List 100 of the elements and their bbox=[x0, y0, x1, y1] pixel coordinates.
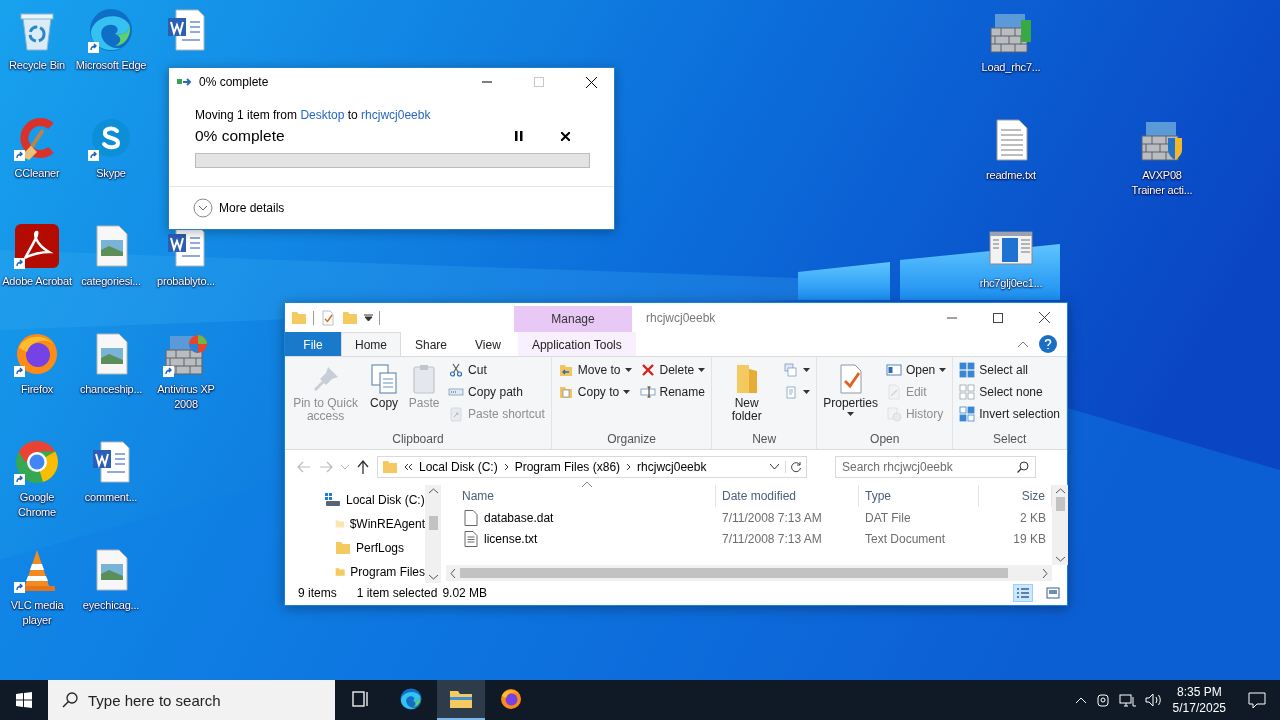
desktop-icon[interactable]: AVXP08 Trainer acti... bbox=[1125, 116, 1199, 198]
desktop-icon[interactable]: VLC media player bbox=[0, 546, 74, 628]
address-bar[interactable]: Local Disk (C:) Program Files (x86) rhcjwcj0eebk bbox=[377, 456, 807, 478]
column-header[interactable]: Type bbox=[859, 485, 979, 507]
destination-link[interactable]: rhcjwcj0eebk bbox=[361, 108, 431, 122]
ribbon-button[interactable]: Copy path bbox=[445, 381, 548, 403]
breadcrumb-chevron-icon[interactable] bbox=[626, 463, 632, 471]
scrollbar[interactable] bbox=[446, 565, 1052, 581]
breadcrumb[interactable]: rhcjwcj0eebk bbox=[637, 460, 707, 474]
file-row[interactable]: database.dat 7/11/2008 7:13 AM DAT File 2 KB bbox=[446, 507, 1052, 528]
dropdown-caret-icon[interactable] bbox=[770, 464, 779, 470]
ribbon-button[interactable]: Copy bbox=[365, 359, 404, 410]
navigation-item[interactable]: PerfLogs bbox=[285, 536, 425, 560]
customize-caret-icon[interactable] bbox=[364, 313, 373, 322]
cancel-icon bbox=[560, 131, 570, 141]
details-view-button[interactable] bbox=[1013, 584, 1033, 602]
breadcrumb[interactable]: Program Files (x86) bbox=[514, 460, 621, 474]
folder-icon bbox=[382, 460, 398, 474]
pause-icon bbox=[515, 131, 523, 141]
selection-count: 1 item selected bbox=[356, 586, 438, 600]
caret-icon bbox=[803, 390, 811, 394]
round-logo-icon bbox=[13, 438, 61, 486]
select-none-icon bbox=[959, 384, 976, 400]
window-title: rhcjwcj0eebk bbox=[645, 309, 716, 327]
scrollbar[interactable] bbox=[425, 485, 441, 583]
ribbon-tab[interactable]: Application Tools bbox=[517, 332, 636, 356]
ribbon-button[interactable]: Properties bbox=[820, 359, 881, 416]
ribbon-button[interactable]: Rename bbox=[636, 381, 709, 403]
clock[interactable]: 8:35 PM 5/17/2025 bbox=[1172, 684, 1226, 716]
scroll-thumb[interactable] bbox=[428, 516, 438, 530]
scroll-thumb[interactable] bbox=[1055, 497, 1065, 511]
tiles-view-button[interactable] bbox=[1043, 584, 1063, 602]
navigation-item[interactable]: Local Disk (C:) bbox=[285, 488, 425, 512]
collapse-ribbon-icon[interactable] bbox=[1017, 340, 1029, 348]
network-icon[interactable] bbox=[1118, 692, 1137, 708]
column-header[interactable]: Name bbox=[446, 485, 716, 507]
chevron-circle-icon bbox=[193, 198, 213, 218]
ribbon-button[interactable]: Copy to bbox=[554, 381, 635, 403]
scroll-right-icon[interactable] bbox=[1042, 568, 1048, 578]
more-details-button[interactable]: More details bbox=[193, 198, 285, 218]
search-field[interactable]: Type here to search bbox=[48, 680, 335, 720]
navigation-item[interactable]: Program Files bbox=[285, 560, 425, 583]
navigation-item[interactable]: $WinREAgent bbox=[285, 512, 425, 536]
device-icon[interactable] bbox=[1094, 692, 1111, 708]
breadcrumb-chevron-icon[interactable] bbox=[503, 463, 509, 471]
context-tab-header: Manage bbox=[514, 306, 632, 332]
scissors-icon bbox=[448, 362, 465, 378]
ribbon-button[interactable]: Select all bbox=[956, 359, 1063, 381]
folder-icon bbox=[342, 310, 358, 325]
volume-icon[interactable] bbox=[1144, 692, 1163, 708]
scroll-up-icon[interactable] bbox=[1055, 488, 1065, 494]
file-menu-button[interactable]: File bbox=[285, 332, 341, 356]
search-field[interactable]: Search rhcjwcj0eebk bbox=[835, 456, 1036, 478]
scroll-up-icon[interactable] bbox=[428, 488, 438, 494]
ribbon-button[interactable]: Move to bbox=[554, 359, 635, 381]
table-cell-text: 7/11/2008 7:13 AM bbox=[721, 531, 823, 546]
progress-message: Moving 1 item from Desktop to rhcjwcj0eebk bbox=[195, 108, 432, 122]
caret-icon bbox=[803, 368, 811, 372]
taskbar-app-button[interactable] bbox=[437, 680, 485, 720]
folder-icon bbox=[291, 310, 307, 325]
desktop-icon[interactable]: comment... bbox=[74, 438, 148, 505]
help-icon[interactable] bbox=[1039, 335, 1057, 353]
scroll-thumb[interactable] bbox=[460, 568, 1008, 578]
desktop-icon[interactable]: Load_rhc7... bbox=[974, 8, 1048, 75]
scrollbar[interactable] bbox=[1052, 485, 1068, 565]
file-row[interactable]: license.txt 7/11/2008 7:13 AM Text Document 19 KB bbox=[446, 528, 1052, 549]
scroll-down-icon[interactable] bbox=[1055, 556, 1065, 562]
ribbon-button[interactable]: Invert selection bbox=[956, 403, 1063, 425]
ribbon-button[interactable]: Select none bbox=[956, 381, 1063, 403]
rename-icon bbox=[639, 384, 656, 400]
scroll-down-icon[interactable] bbox=[428, 574, 438, 580]
item-count: 9 items bbox=[298, 586, 337, 600]
show-hidden-icons-icon[interactable] bbox=[1074, 696, 1087, 704]
desktop-icon[interactable]: Antivirus XP 2008 bbox=[149, 330, 223, 412]
new-item-icon bbox=[783, 362, 800, 378]
ribbon-tab[interactable]: Home bbox=[341, 332, 401, 356]
scroll-left-icon[interactable] bbox=[450, 568, 456, 578]
refresh-icon[interactable] bbox=[785, 461, 802, 473]
properties-icon[interactable] bbox=[320, 309, 336, 326]
up-icon[interactable] bbox=[357, 460, 369, 474]
column-header[interactable]: Date modified bbox=[716, 485, 859, 507]
desktop-icon[interactable]: readme.txt bbox=[974, 116, 1048, 183]
source-link[interactable]: Desktop bbox=[300, 108, 345, 122]
ribbon-tab[interactable]: Share bbox=[401, 332, 462, 356]
breadcrumb[interactable]: Local Disk (C:) bbox=[419, 460, 498, 474]
table-cell-text: Text Document bbox=[864, 531, 947, 546]
task-view-icon bbox=[352, 691, 370, 707]
ribbon-button[interactable]: New folder bbox=[715, 359, 779, 423]
copy-folder-icon bbox=[557, 384, 574, 400]
desktop-icon[interactable]: eyechicag... bbox=[74, 546, 148, 613]
search-icon[interactable] bbox=[1017, 461, 1029, 473]
ribbon-button[interactable]: Open bbox=[882, 359, 950, 381]
folder-icon bbox=[335, 565, 346, 579]
drive-icon bbox=[325, 493, 341, 507]
four-panes-icon bbox=[16, 692, 32, 708]
notification-icon[interactable] bbox=[1248, 691, 1266, 709]
overflow-chevron-icon[interactable] bbox=[404, 463, 413, 471]
ribbon-button[interactable]: Cut bbox=[445, 359, 548, 381]
ribbon-tab[interactable]: View bbox=[461, 332, 515, 356]
ribbon-button[interactable]: Delete bbox=[636, 359, 709, 381]
